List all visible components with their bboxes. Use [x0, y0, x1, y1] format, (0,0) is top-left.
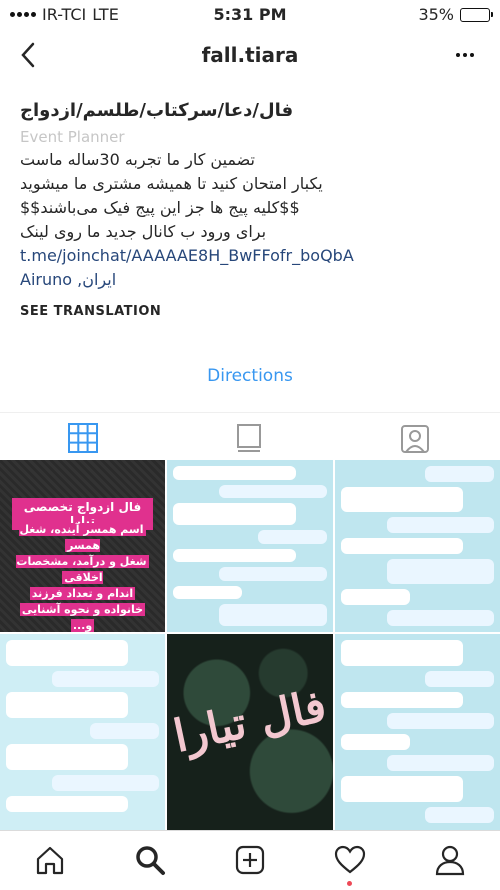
post-thumbnail[interactable]: فال تیارا	[167, 634, 333, 830]
tagged-icon	[401, 425, 429, 453]
notification-dot	[347, 881, 352, 886]
feed-icon	[237, 424, 261, 452]
battery-status: 35%	[418, 5, 493, 24]
search-icon	[136, 846, 165, 875]
post-thumbnail[interactable]	[0, 634, 165, 830]
bio-line: $$کلیه پیج ها جز این پیج فیک می‌باشند$$	[20, 198, 300, 217]
chat-screenshot	[173, 466, 327, 626]
see-translation-button[interactable]: SEE TRANSLATION	[20, 304, 480, 319]
tab-feed[interactable]	[232, 421, 266, 455]
profile-name: فال/دعا/سرکتاب/طلسم/ازدواج	[20, 100, 294, 121]
grid-icon	[68, 423, 98, 453]
tab-search[interactable]	[133, 843, 167, 877]
tab-profile[interactable]	[433, 843, 467, 877]
status-bar: IR-TCI LTE 5:31 PM 35%	[0, 0, 500, 30]
post-thumbnail[interactable]	[167, 460, 333, 632]
tab-home[interactable]	[33, 843, 67, 877]
location-link[interactable]: ایران, Airuno	[20, 268, 480, 292]
chat-screenshot	[341, 466, 494, 626]
tab-grid[interactable]	[66, 421, 100, 455]
tab-tagged[interactable]	[398, 421, 432, 455]
post-thumbnail[interactable]	[335, 460, 500, 632]
profile-icon	[435, 845, 465, 876]
posts-grid: فال ازدواج تخصصی تیارا اسم همسر آینده، ش…	[0, 460, 500, 830]
directions-button[interactable]: Directions	[0, 366, 500, 386]
profile-category: Event Planner	[20, 128, 125, 146]
chat-screenshot	[6, 640, 159, 824]
promo-body: اسم همسر آینده، شغل همسر شغل و درآمد، مش…	[16, 523, 149, 632]
more-dots-icon	[456, 53, 460, 57]
username-title: fall.tiara	[201, 43, 299, 67]
bio-line: برای ورود ب کانال جدید ما روی لینک	[20, 222, 267, 241]
bio-line: یکبار امتحان کنید تا همیشه مشتری ما میشو…	[20, 174, 323, 193]
bio-line: تضمین کار ما تجربه 30ساله ماست	[20, 150, 255, 169]
post-thumbnail[interactable]	[335, 634, 500, 830]
battery-icon	[460, 7, 493, 22]
battery-percent: 35%	[418, 5, 454, 24]
add-icon	[235, 845, 265, 875]
profile-tabs	[0, 412, 500, 460]
more-options-button[interactable]	[456, 44, 478, 66]
chat-screenshot	[341, 640, 494, 824]
post-thumbnail[interactable]: فال ازدواج تخصصی تیارا اسم همسر آینده، ش…	[0, 460, 165, 632]
profile-header: fall.tiara	[0, 30, 500, 80]
tab-activity[interactable]	[333, 843, 367, 877]
profile-bio: فال/دعا/سرکتاب/طلسم/ازدواج Event Planner…	[20, 98, 480, 319]
home-icon	[36, 846, 64, 875]
bio-link[interactable]: t.me/joinchat/AAAAAE8H_BwFFofr_boQbA	[20, 244, 480, 268]
bottom-tab-bar	[0, 830, 500, 890]
heart-icon	[334, 845, 366, 874]
tab-add[interactable]	[233, 843, 267, 877]
